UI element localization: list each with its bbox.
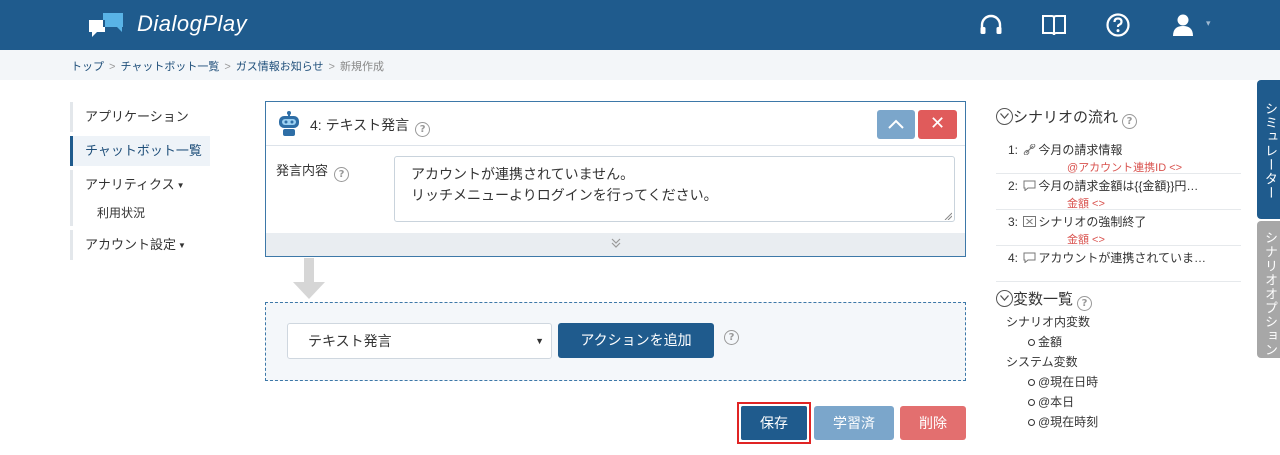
sidebar-item-applications[interactable]: アプリケーション	[70, 102, 210, 132]
save-button[interactable]: 保存	[741, 406, 807, 440]
collapse-chevron-icon	[996, 290, 1013, 307]
action-type-select[interactable]: テキスト発言 ▼	[287, 323, 552, 359]
double-chevron-down-icon	[611, 238, 621, 248]
add-action-panel: テキスト発言 ▼ アクションを追加 ?	[265, 302, 966, 381]
help-icon[interactable]	[1105, 12, 1131, 38]
sidebar-item-usage[interactable]: 利用状況	[70, 200, 210, 226]
variable-item[interactable]: 金額	[1006, 332, 1241, 352]
action-card: 4: テキスト発言? ✕ 発言内容? アカウントが連携されていません。 リッチメ…	[265, 101, 966, 257]
flow-item[interactable]: 3: シナリオの強制終了 金額 <>	[996, 210, 1241, 246]
user-icon[interactable]	[1170, 12, 1196, 38]
variable-list: シナリオ内変数 金額 システム変数 @現在日時 @本日 @現在時刻	[996, 312, 1241, 432]
brand-name[interactable]: DialogPlay	[137, 11, 247, 37]
action-card-title: 4: テキスト発言?	[310, 115, 431, 137]
variable-item[interactable]: @本日	[1006, 392, 1241, 412]
system-vars-label: システム変数	[1006, 355, 1078, 369]
help-icon[interactable]: ?	[724, 330, 739, 345]
user-menu-caret-icon[interactable]: ▾	[1206, 19, 1211, 29]
scenario-flow-header[interactable]: シナリオの流れ?	[996, 106, 1241, 130]
action-card-header: 4: テキスト発言? ✕	[266, 102, 965, 146]
flow-item[interactable]: 1: 今月の請求情報 @アカウント連携ID <>	[996, 138, 1241, 174]
headset-icon[interactable]	[978, 12, 1004, 38]
caret-down-icon: ▼	[535, 336, 544, 346]
logo-icon[interactable]	[89, 12, 125, 38]
learned-button[interactable]: 学習済	[814, 406, 894, 440]
sidebar: アプリケーション チャットボット一覧 アナリティクス ▼ 利用状況 アカウント設定…	[70, 102, 210, 260]
add-action-button[interactable]: アクションを追加	[558, 323, 714, 358]
expand-bar[interactable]	[266, 233, 965, 256]
sidebar-item-chatbot-list[interactable]: チャットボット一覧	[70, 136, 210, 166]
message-field-label: 発言内容?	[276, 160, 350, 182]
scenario-vars-label: シナリオ内変数	[1006, 315, 1091, 329]
scenario-panel: シナリオの流れ? 1: 今月の請求情報 @アカウント連携ID <> 2: 今月の…	[996, 106, 1241, 432]
link-icon	[1024, 144, 1036, 155]
help-icon[interactable]: ?	[334, 167, 350, 182]
flow-arrow-icon	[293, 258, 325, 299]
caret-down-icon: ▼	[176, 181, 185, 190]
resize-handle-icon[interactable]	[944, 212, 952, 220]
variable-item[interactable]: @現在日時	[1006, 372, 1241, 392]
sidebar-item-analytics[interactable]: アナリティクス ▼	[70, 170, 210, 200]
variables-header[interactable]: 変数一覧?	[996, 288, 1241, 312]
help-icon[interactable]: ?	[1077, 296, 1093, 311]
collapse-chevron-icon	[996, 108, 1013, 125]
move-up-button[interactable]	[877, 110, 915, 139]
delete-button[interactable]: 削除	[900, 406, 966, 440]
breadcrumb-top[interactable]: トップ	[71, 61, 104, 73]
breadcrumb-chatbot-list[interactable]: チャットボット一覧	[120, 61, 219, 73]
top-navbar: DialogPlay ▾	[0, 0, 1280, 50]
close-icon: ✕	[929, 113, 946, 134]
stop-icon	[1023, 216, 1037, 227]
chevron-up-icon	[888, 119, 904, 129]
variable-item[interactable]: @現在時刻	[1006, 412, 1241, 432]
caret-down-icon: ▼	[178, 241, 186, 250]
scenario-options-tab[interactable]: シナリオオプション	[1257, 221, 1280, 358]
delete-action-button[interactable]: ✕	[918, 110, 957, 139]
breadcrumb-current: 新規作成	[339, 61, 384, 73]
sidebar-item-account-settings[interactable]: アカウント設定 ▼	[70, 230, 210, 260]
breadcrumb-bar: トップ > チャットボット一覧 > ガス情報お知らせ > 新規作成	[0, 50, 1280, 80]
flow-item[interactable]: 2: 今月の請求金額は{{金額}}円… 金額 <>	[996, 174, 1241, 210]
help-icon[interactable]: ?	[1122, 114, 1138, 129]
message-textarea[interactable]: アカウントが連携されていません。 リッチメニューよりログインを行ってください。	[394, 156, 955, 222]
speech-bubble-icon	[1023, 252, 1036, 263]
flow-item[interactable]: 4: アカウントが連携されていま…	[996, 246, 1241, 282]
book-icon[interactable]	[1041, 12, 1067, 38]
speech-bubble-icon	[1023, 180, 1036, 191]
robot-icon	[279, 111, 299, 136]
breadcrumb: トップ > チャットボット一覧 > ガス情報お知らせ > 新規作成	[71, 61, 384, 73]
simulator-tab[interactable]: シミュレーター	[1257, 80, 1280, 219]
breadcrumb-gas-info[interactable]: ガス情報お知らせ	[236, 61, 324, 73]
help-icon[interactable]: ?	[415, 122, 431, 137]
